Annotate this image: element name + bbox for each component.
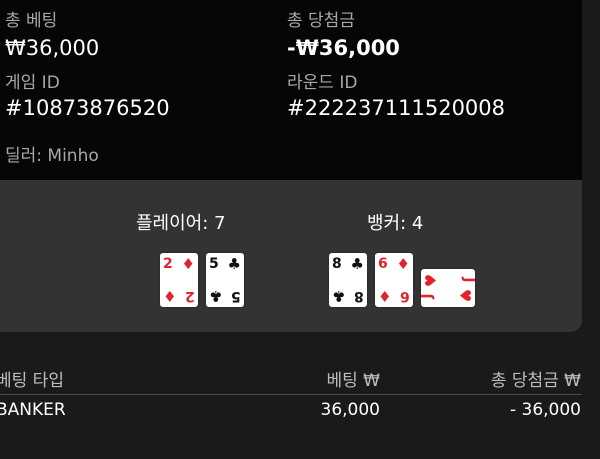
total-bet-value: ₩36,000 xyxy=(5,36,100,60)
table-divider xyxy=(0,394,582,395)
total-win-value: -₩36,000 xyxy=(287,36,400,60)
row-bet-type: BANKER xyxy=(0,400,66,420)
dealer-name: 딜러: Minho xyxy=(5,146,99,166)
total-bet-label: 총 베팅 xyxy=(5,11,58,31)
player-hand-title: 플레이어: 7 xyxy=(136,213,226,234)
total-win-label: 총 당첨금 xyxy=(287,11,355,31)
banker-card-3: J ♥ ♥ J xyxy=(420,269,476,307)
header-bet-type: 베팅 타입 xyxy=(0,371,64,391)
banker-hand-title: 뱅커: 4 xyxy=(367,213,424,234)
game-id-label: 게임 ID xyxy=(5,73,60,93)
row-bet-amount: 36,000 xyxy=(320,400,380,420)
header-bet-amount: 베팅 ₩ xyxy=(326,371,381,391)
round-id-value: #222237111520008 xyxy=(287,96,506,120)
banker-card-1: 8 ♣ ♣ 8 xyxy=(329,253,367,307)
round-id-label: 라운드 ID xyxy=(287,73,358,93)
cards-panel xyxy=(0,180,582,332)
player-card-2: 5 ♣ ♣ 5 xyxy=(206,253,244,307)
banker-card-2: 6 ♦ ♦ 6 xyxy=(375,253,413,307)
header-total-win: 총 당첨금 ₩ xyxy=(490,371,581,391)
player-card-1: 2 ♦ ♦ 2 xyxy=(160,253,198,307)
game-id-value: #10873876520 xyxy=(5,96,170,120)
row-total-win: - 36,000 xyxy=(509,400,581,420)
